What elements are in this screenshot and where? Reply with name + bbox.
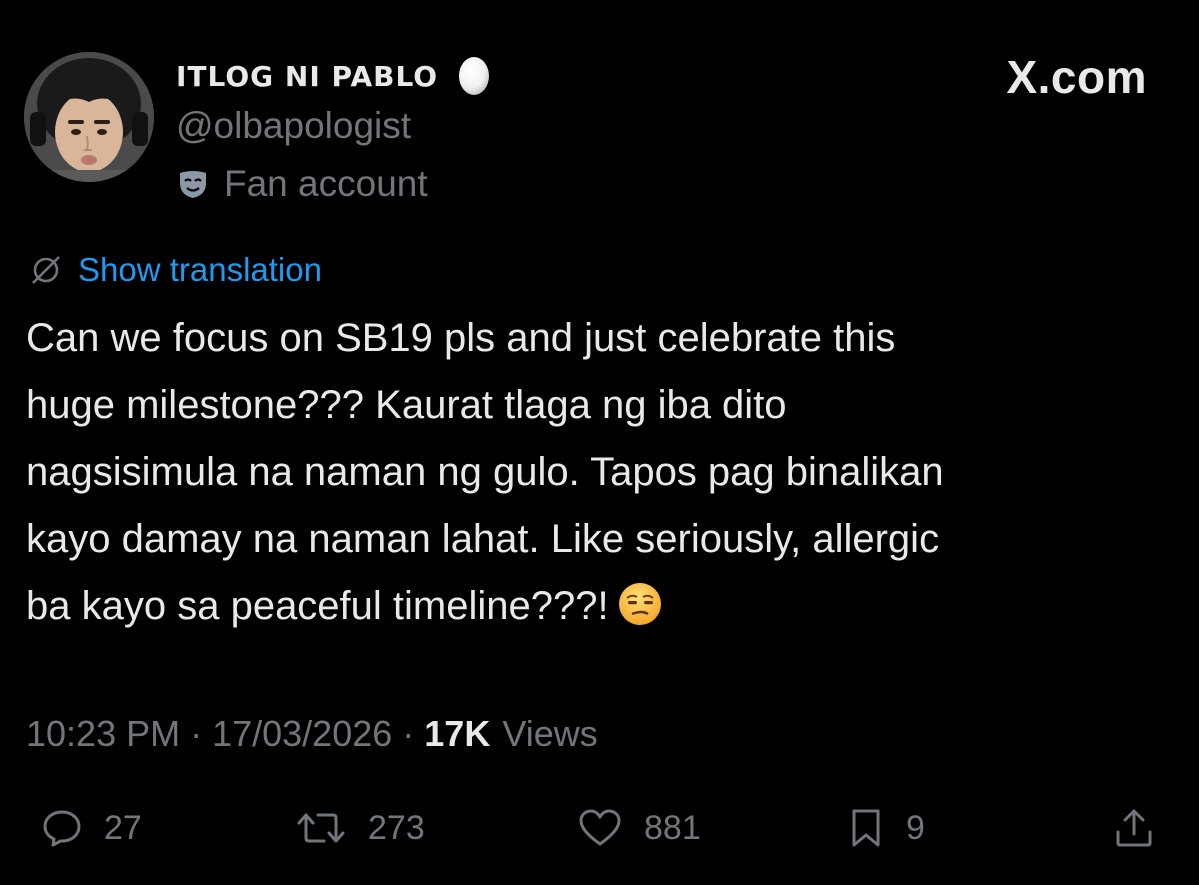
reply-count: 27: [104, 808, 142, 847]
share-upload-icon: [1112, 806, 1156, 850]
affiliation-row: Fan account: [176, 162, 428, 206]
globe-slash-icon: [28, 252, 64, 288]
bookmark-icon: [846, 806, 886, 850]
heart-icon: [576, 806, 624, 850]
tweet-meta: 10:23 PM · 17/03/2026 · 17K Views: [26, 710, 598, 758]
reply-button[interactable]: 27: [40, 800, 142, 856]
like-count: 881: [644, 808, 701, 847]
repost-button[interactable]: 273: [294, 800, 425, 856]
speech-bubble-icon: [40, 806, 84, 850]
tweet-text-line: huge milestone??? Kaurat tlaga ng iba di…: [26, 383, 787, 427]
translation-row: Show translation: [28, 248, 322, 292]
tweet-text-line: Can we focus on SB19 pls and just celebr…: [26, 316, 896, 360]
repost-arrows-icon: [294, 806, 348, 850]
meta-separator: ·: [402, 713, 415, 754]
like-button[interactable]: 881: [576, 800, 701, 856]
author-handle[interactable]: @olbapologist: [176, 104, 411, 148]
meta-separator: ·: [190, 713, 203, 754]
tweet-text-line: ba kayo sa peaceful timeline???!: [26, 584, 609, 628]
bookmark-count: 9: [906, 808, 925, 847]
tweet-date[interactable]: 17/03/2026: [212, 713, 392, 755]
tweet-card: ITLOG NI PABLO @olbapologist Fan account…: [0, 0, 1199, 885]
tweet-text-last-line: ba kayo sa peaceful timeline???!: [26, 573, 1176, 640]
affiliation-label: Fan account: [224, 163, 428, 204]
avatar[interactable]: [24, 52, 154, 182]
egg-icon: [452, 52, 496, 96]
site-brand: X.com: [1006, 51, 1147, 103]
author-display-name[interactable]: ITLOG NI PABLO: [176, 60, 438, 93]
views-label: Views: [502, 713, 598, 754]
mask-icon: [176, 167, 210, 201]
tweet-text-line: kayo damay na naman lahat. Like seriousl…: [26, 517, 940, 561]
show-translation-link[interactable]: Show translation: [78, 251, 322, 289]
avatar-image: [24, 52, 154, 182]
action-bar: 27 273 881 9: [0, 800, 1199, 856]
author-name-row: ITLOG NI PABLO: [176, 56, 496, 96]
unamused-face-icon: [617, 581, 663, 627]
tweet-time[interactable]: 10:23 PM: [26, 713, 180, 755]
repost-count: 273: [368, 808, 425, 847]
views-count: 17K: [424, 713, 491, 754]
tweet-text: Can we focus on SB19 pls and just celebr…: [26, 305, 1176, 640]
bookmark-button[interactable]: 9: [846, 800, 925, 856]
tweet-text-line: nagsisimula na naman ng gulo. Tapos pag …: [26, 450, 944, 494]
share-button[interactable]: [1112, 800, 1156, 856]
